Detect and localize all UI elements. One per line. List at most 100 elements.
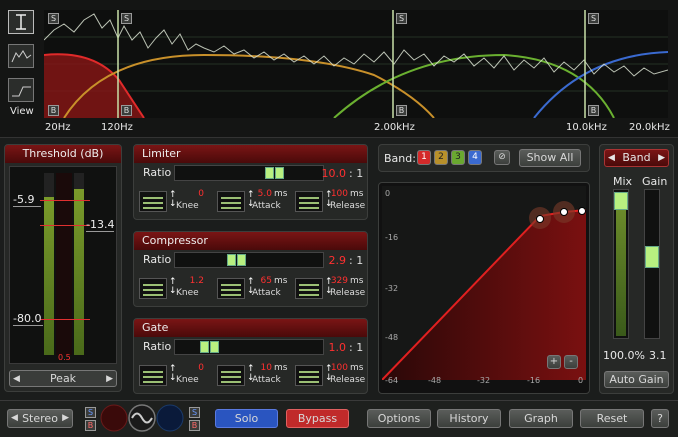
peak-next-icon[interactable]: ▶ xyxy=(106,371,113,387)
gate-attack-unit: ms xyxy=(274,363,288,373)
band1-solo-marker[interactable]: S xyxy=(48,13,59,24)
limiter-ratio-slider[interactable] xyxy=(174,165,324,181)
compressor-release-knob[interactable] xyxy=(295,278,323,299)
gate-knee-knob[interactable] xyxy=(139,365,167,386)
stereo-label: Stereo xyxy=(22,412,58,425)
options-button[interactable]: Options xyxy=(367,409,431,428)
view-tools: View xyxy=(4,8,40,120)
compressor-release-label: Release xyxy=(330,288,366,298)
band3-bypass-marker[interactable]: B xyxy=(396,105,407,116)
gate-release-knob[interactable] xyxy=(295,365,323,386)
peak-prev-icon[interactable]: ◀ xyxy=(13,371,20,387)
bypass-button[interactable]: Bypass xyxy=(286,409,349,428)
mix-slider-fill xyxy=(616,210,626,336)
spectrum-plot xyxy=(44,10,668,118)
meter-readout: 0.5 xyxy=(58,353,71,362)
band1-bypass-marker[interactable]: B xyxy=(48,105,59,116)
view-label: View xyxy=(10,106,34,117)
band2-solo-marker[interactable]: S xyxy=(121,13,132,24)
link-bands-icon[interactable]: ⊘ xyxy=(494,150,510,165)
gain-slider[interactable] xyxy=(644,189,660,339)
graph-x-tick-48: -48 xyxy=(428,376,442,385)
spectrum-view-icon[interactable] xyxy=(8,44,34,68)
limiter-attack-knob[interactable] xyxy=(217,191,245,212)
stereo-next-icon[interactable]: ▶ xyxy=(62,410,69,427)
compressor-knee-knob[interactable] xyxy=(139,278,167,299)
transfer-graph[interactable] xyxy=(382,186,586,380)
band3-solo-marker[interactable]: S xyxy=(396,13,407,24)
side-solo-marker[interactable]: S xyxy=(189,407,200,418)
threshold-line-low xyxy=(40,319,90,320)
curve-view-icon[interactable] xyxy=(8,78,34,102)
limiter-ratio-thumb[interactable] xyxy=(265,167,274,179)
help-button[interactable]: ? xyxy=(651,409,669,428)
side-bypass-marker[interactable]: B xyxy=(189,420,200,431)
band4-solo-marker[interactable]: S xyxy=(588,13,599,24)
compressor-ratio-thumb2[interactable] xyxy=(237,254,246,266)
show-all-button[interactable]: Show All xyxy=(519,149,581,167)
mix-slider-thumb[interactable] xyxy=(614,192,628,210)
band-button-1[interactable]: 1 xyxy=(417,150,431,165)
limiter-knee-value[interactable]: 0 xyxy=(174,189,204,199)
limiter-panel: Limiter Ratio 10.0 : 1 ↑ ↓ 0 Knee ↑ ↓ 5.0 … xyxy=(133,144,368,220)
freq-label-20khz: 20.0kHz xyxy=(629,122,670,133)
gate-attack-value[interactable]: 10 xyxy=(252,363,272,373)
compressor-knee-value[interactable]: 1.2 xyxy=(174,276,204,286)
auto-gain-button[interactable]: Auto Gain xyxy=(604,371,669,388)
gate-attack-label: Attack xyxy=(252,375,281,385)
band-button-3[interactable]: 3 xyxy=(451,150,465,165)
compressor-attack-label: Attack xyxy=(252,288,281,298)
compressor-ratio-slider[interactable] xyxy=(174,252,324,268)
band-selector-label: Band xyxy=(622,151,651,164)
band-prev-icon[interactable]: ◀ xyxy=(608,150,615,166)
limiter-release-value[interactable]: 100 xyxy=(330,189,348,199)
gate-ratio-thumb2[interactable] xyxy=(210,341,219,353)
gate-release-value[interactable]: 100 xyxy=(330,363,348,373)
band-selector[interactable]: ◀ Band ▶ xyxy=(604,149,669,167)
compressor-attack-value[interactable]: 65 xyxy=(252,276,272,286)
compressor-release-value[interactable]: 329 xyxy=(330,276,348,286)
band-next-icon[interactable]: ▶ xyxy=(658,150,665,166)
compressor-ratio-thumb[interactable] xyxy=(227,254,236,266)
gate-attack-knob[interactable] xyxy=(217,365,245,386)
gain-value[interactable]: 3.1 xyxy=(649,349,667,362)
meter-fill-left xyxy=(44,197,54,355)
graph-zoom-in-button[interactable]: + xyxy=(547,355,561,369)
threshold-right-value[interactable]: -13.4 xyxy=(86,218,114,232)
graph-zoom-out-button[interactable]: - xyxy=(564,355,578,369)
gate-ratio-slider[interactable] xyxy=(174,339,324,355)
limiter-release-knob[interactable] xyxy=(295,191,323,212)
graph-x-tick-0: 0 xyxy=(578,376,584,385)
stereo-selector[interactable]: ◀ Stereo ▶ xyxy=(7,409,73,428)
threshold-low-value[interactable]: -80.0 xyxy=(13,312,43,326)
peak-mode-selector[interactable]: ◀ Peak ▶ xyxy=(9,370,117,387)
gain-slider-thumb[interactable] xyxy=(645,246,659,268)
cursor-tool-icon[interactable] xyxy=(8,10,34,34)
gate-ratio-thumb[interactable] xyxy=(200,341,209,353)
mix-slider[interactable] xyxy=(613,189,629,339)
compressor-attack-knob[interactable] xyxy=(217,278,245,299)
gate-ratio-value[interactable]: 1.0 xyxy=(314,341,347,354)
band-button-4[interactable]: 4 xyxy=(468,150,482,165)
mid-solo-marker[interactable]: S xyxy=(85,407,96,418)
limiter-attack-value[interactable]: 5.0 xyxy=(252,189,272,199)
threshold-left-value[interactable]: -5.9 xyxy=(13,193,41,207)
band2-bypass-marker[interactable]: B xyxy=(121,105,132,116)
gate-knee-value[interactable]: 0 xyxy=(174,363,204,373)
mix-value[interactable]: 100.0% xyxy=(603,349,645,362)
mid-bypass-marker[interactable]: B xyxy=(85,420,96,431)
graph-button[interactable]: Graph xyxy=(509,409,573,428)
limiter-knee-knob[interactable] xyxy=(139,191,167,212)
solo-button[interactable]: Solo xyxy=(215,409,278,428)
band-button-2[interactable]: 2 xyxy=(434,150,448,165)
reset-button[interactable]: Reset xyxy=(580,409,644,428)
stereo-prev-icon[interactable]: ◀ xyxy=(11,410,18,427)
limiter-release-label: Release xyxy=(330,201,366,211)
limiter-ratio-thumb2[interactable] xyxy=(275,167,284,179)
limiter-ratio-value[interactable]: 10.0 xyxy=(314,167,347,180)
compressor-ratio-value[interactable]: 2.9 xyxy=(314,254,347,267)
band4-bypass-marker[interactable]: B xyxy=(588,105,599,116)
history-button[interactable]: History xyxy=(437,409,501,428)
mid-side-icon[interactable] xyxy=(99,403,185,433)
limiter-release-unit: ms xyxy=(350,189,364,199)
